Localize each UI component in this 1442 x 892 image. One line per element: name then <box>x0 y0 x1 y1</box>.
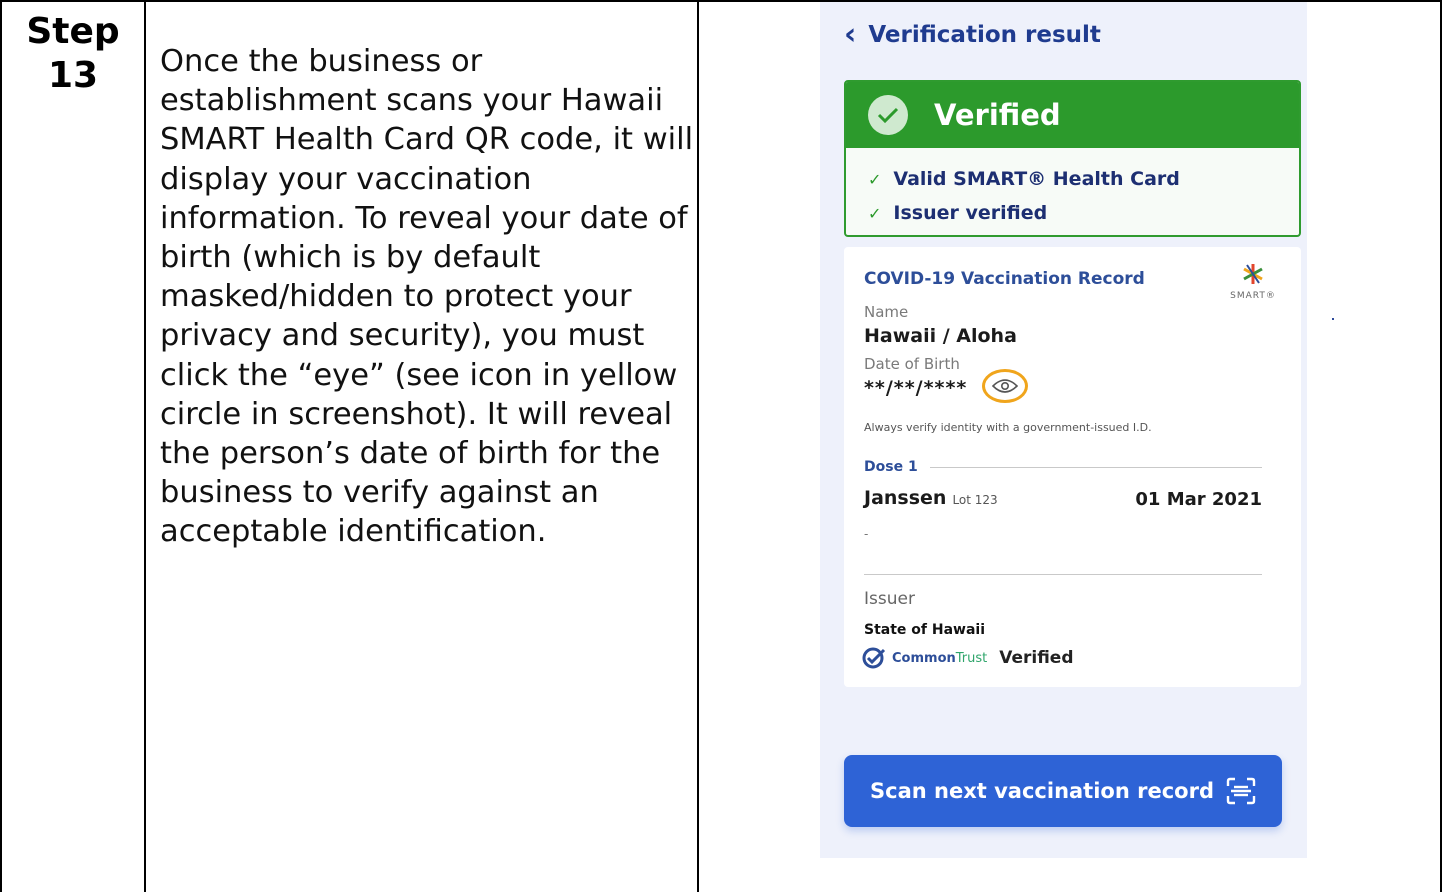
dose-header: Dose 1 <box>864 459 1262 475</box>
step-description: Once the business or establishment scans… <box>160 44 694 550</box>
smart-logo-text: SMART® <box>1230 291 1276 301</box>
issuer-value: State of Hawaii <box>864 622 986 638</box>
dose-label: Dose 1 <box>864 459 918 475</box>
vaccination-record-card: COVID-19 Vaccination Record SMART® Name … <box>844 247 1301 687</box>
dob-label: Date of Birth <box>864 355 960 373</box>
verification-header: ‹ Verification result <box>844 20 1101 50</box>
verified-status: Verified <box>934 98 1061 132</box>
commontrust-common: Common <box>892 650 956 666</box>
column-divider-1 <box>144 0 146 892</box>
check-item: ✓ Issuer verified <box>868 196 1299 230</box>
checkmark-icon: ✓ <box>868 203 882 223</box>
commontrust-verified: Verified <box>999 648 1074 668</box>
step-label: Step <box>26 11 120 52</box>
record-title: COVID-19 Vaccination Record <box>864 269 1145 289</box>
name-label: Name <box>864 303 909 321</box>
issuer-label: Issuer <box>864 589 915 609</box>
vaccine-line: Janssen Lot 123 <box>864 487 998 509</box>
verified-banner: Verified <box>846 82 1299 148</box>
scan-next-label: Scan next vaccination record <box>870 779 1214 803</box>
check-item-label: Issuer verified <box>893 202 1048 224</box>
lot-number: Lot 123 <box>952 493 998 507</box>
back-chevron-icon[interactable]: ‹ <box>844 20 856 50</box>
step-cell: Step 13 <box>2 2 144 98</box>
commontrust-trust: Trust <box>955 650 988 666</box>
reveal-eye-icon[interactable] <box>982 369 1028 403</box>
commontrust-check-icon <box>862 647 886 669</box>
name-value: Hawaii / Aloha <box>864 325 1017 347</box>
smart-star-icon <box>1243 264 1263 284</box>
check-item: ✓ Valid SMART® Health Card <box>868 162 1299 196</box>
id-note: Always verify identity with a government… <box>864 421 1152 434</box>
dose-date: 01 Mar 2021 <box>1135 489 1262 510</box>
checkmark-icon: ✓ <box>868 169 882 189</box>
smart-logo: SMART® <box>1223 263 1283 301</box>
step-number: 13 <box>47 55 99 96</box>
commontrust-row: Common Trust Verified <box>862 647 1074 669</box>
stray-dot <box>1332 318 1334 320</box>
check-circle-icon <box>868 95 908 135</box>
app-screenshot: ‹ Verification result Verified ✓ Valid S… <box>820 2 1307 858</box>
scan-icon <box>1226 777 1256 805</box>
header-title: Verification result <box>868 22 1101 48</box>
dose-extra: - <box>864 527 869 541</box>
dob-value: **/**/**** <box>864 377 968 399</box>
section-divider <box>864 574 1262 575</box>
check-list: ✓ Valid SMART® Health Card ✓ Issuer veri… <box>846 148 1299 230</box>
table-border-left <box>0 0 2 892</box>
scan-next-button[interactable]: Scan next vaccination record <box>844 755 1282 827</box>
verified-panel: Verified ✓ Valid SMART® Health Card ✓ Is… <box>844 80 1301 237</box>
check-item-label: Valid SMART® Health Card <box>893 168 1180 190</box>
vaccine-name: Janssen <box>864 487 947 509</box>
dose-divider <box>929 466 1262 468</box>
